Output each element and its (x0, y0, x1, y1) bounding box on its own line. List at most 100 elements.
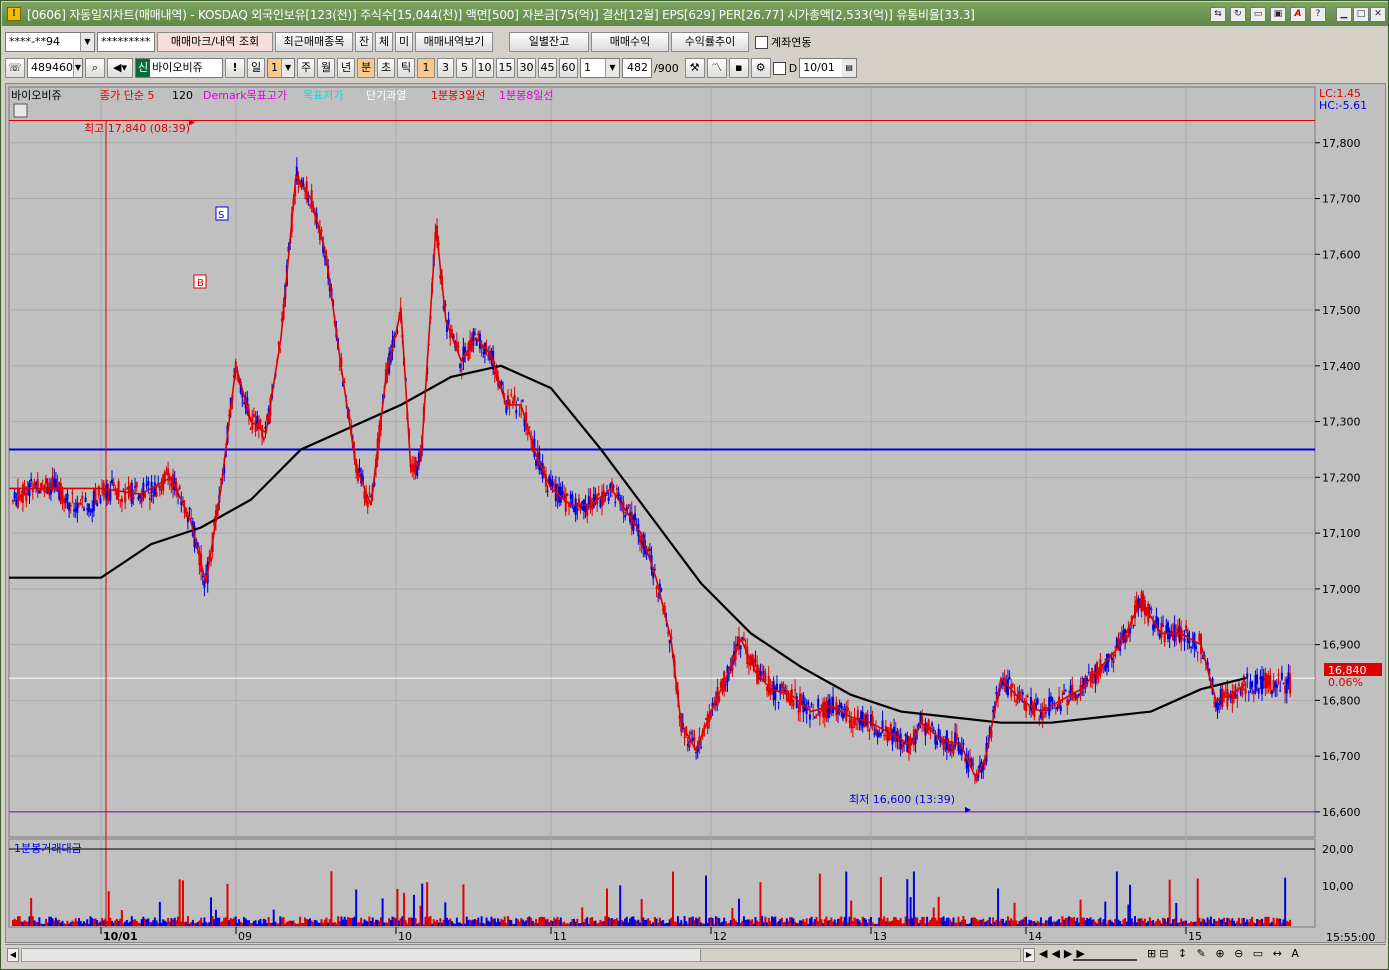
font-icon[interactable]: A (1290, 7, 1306, 22)
maximize-icon[interactable]: □ (1353, 7, 1369, 22)
account-link-checkbox[interactable] (755, 35, 768, 49)
toolbar-account: ****-**94 ▼ ********* 매매마크/내역 조회 최근매매종목 잔… (5, 31, 811, 53)
save-icon[interactable]: ▪ (728, 58, 749, 78)
help-icon[interactable]: ? (1310, 7, 1326, 22)
range-input[interactable]: 482 (622, 58, 652, 78)
candle-body (1068, 699, 1070, 703)
bottom-scrollbar[interactable]: ◀ ▶ ◀◀▶▶ ⊞⊟ ↕ ✎ ⊕ ⊖ ▭ ↔ A (5, 944, 1386, 966)
candle-body (457, 346, 460, 348)
minute-10-button[interactable]: 10 (475, 58, 494, 78)
close-icon[interactable]: ✕ (1370, 7, 1386, 22)
unfilled-button[interactable]: 미 (395, 32, 413, 52)
display-icon[interactable]: ▣ (1270, 7, 1286, 22)
link-icon[interactable]: ⇆ (1210, 7, 1226, 22)
speaker-icon[interactable]: ◀▾ (107, 58, 133, 78)
minute-5-button[interactable]: 5 (456, 58, 473, 78)
candle-body (1026, 695, 1029, 698)
balance-button[interactable]: 잔 (355, 32, 373, 52)
volume-bar (1115, 871, 1118, 926)
candle-body (1289, 674, 1292, 694)
legend-ma120: 120 (172, 89, 193, 102)
minute-1-button[interactable]: 1 (417, 58, 435, 78)
minute-30-button[interactable]: 30 (517, 58, 536, 78)
candle-body (190, 517, 193, 519)
title-bar: ! [0606] 자동일지차트(매매내역) - KOSDAQ 외국인보유[123… (2, 2, 1388, 26)
mark-query-button[interactable]: 매매마크/내역 조회 (157, 32, 273, 52)
period-day-button[interactable]: 일 (247, 58, 265, 78)
chart-area[interactable]: 17,800 17,700 17,600 17,500 17,400 17,300 17,2… (5, 83, 1387, 944)
candle-body (881, 720, 884, 733)
minute-15-button[interactable]: 15 (496, 58, 515, 78)
stock-name-field[interactable]: 신 바이오비쥬 (135, 58, 223, 78)
zoom-slider[interactable] (1073, 949, 1137, 961)
minute-45-button[interactable]: 45 (538, 58, 557, 78)
chevron-down-icon[interactable]: ▼ (73, 59, 82, 77)
search-icon[interactable]: ⌕ (85, 58, 105, 78)
scroll-thumb[interactable] (700, 949, 1020, 961)
phone-icon[interactable]: ☏ (5, 58, 25, 78)
warning-button[interactable]: ! (225, 58, 245, 78)
chart-table-icon[interactable] (13, 103, 28, 118)
legend-close-ma5: 종가 단순 5 (100, 89, 154, 102)
hc-readout: HC:-5.61 (1319, 99, 1367, 112)
candle-body (962, 742, 965, 745)
period-week-button[interactable]: 주 (297, 58, 315, 78)
candle-body (807, 701, 810, 705)
period-minute-button[interactable]: 분 (357, 58, 375, 78)
screen-icon[interactable]: ▭ (1250, 7, 1266, 22)
period-second-button[interactable]: 초 (377, 58, 395, 78)
minimize-icon[interactable]: ▁ (1336, 7, 1352, 22)
minute-3-button[interactable]: 3 (437, 58, 454, 78)
chevron-down-icon[interactable]: ▼ (80, 33, 94, 51)
chevron-down-icon[interactable]: ▼ (281, 59, 294, 77)
candle-body (1181, 630, 1184, 632)
candle-body (61, 489, 64, 501)
volume-bar (1175, 902, 1178, 926)
scroll-left-icon[interactable]: ◀ (7, 948, 19, 962)
volume-bar (705, 875, 707, 926)
price-chart-svg[interactable]: 17,800 17,700 17,600 17,500 17,400 17,300 17,2… (6, 84, 1387, 944)
period-year-button[interactable]: 년 (337, 58, 355, 78)
candle-body (810, 703, 813, 705)
view-tools-icon[interactable]: ⊞⊟ ↕ ✎ ⊕ ⊖ ▭ ↔ A (1147, 947, 1302, 960)
volume-bar (672, 871, 674, 926)
settings-gear-icon[interactable]: ⚙ (750, 58, 771, 78)
trade-profit-button[interactable]: 매매수익 (591, 32, 669, 52)
candle-body (742, 638, 745, 641)
trade-history-button[interactable]: 매매내역보기 (415, 32, 493, 52)
candle-body (832, 696, 835, 714)
volume-bar (997, 888, 1000, 926)
return-trend-button[interactable]: 수익률추이 (671, 32, 749, 52)
candle-body (45, 478, 47, 485)
period-day-select[interactable]: 1 ▼ (267, 58, 295, 78)
account-select[interactable]: ****-**94 ▼ (5, 32, 95, 52)
password-field[interactable]: ********* (97, 32, 155, 52)
candle-body (597, 493, 600, 496)
period-month-button[interactable]: 월 (317, 58, 335, 78)
minute-60-button[interactable]: 60 (559, 58, 578, 78)
candle-body (132, 496, 135, 500)
date-input[interactable]: 10/01 ▤ (799, 58, 858, 78)
legend-ma8-day: 1분봉8일선 (499, 88, 553, 102)
interval-count-select[interactable]: 1 ▼ (580, 58, 620, 78)
daily-balance-button[interactable]: 일별잔고 (509, 32, 589, 52)
tools-icon[interactable]: ⚒ (684, 58, 705, 78)
candle-body (1036, 698, 1039, 704)
refresh-icon[interactable]: ↻ (1230, 7, 1246, 22)
stock-code-select[interactable]: 489460 ▼ (27, 58, 83, 78)
candle-body (1257, 688, 1260, 694)
chevron-down-icon[interactable]: ▼ (605, 59, 619, 77)
calendar-icon[interactable]: ▤ (842, 59, 857, 77)
indicator-icon[interactable]: 〽 (706, 58, 727, 78)
candle-body (955, 733, 958, 741)
candle-body (693, 737, 696, 741)
candle-body (366, 501, 369, 508)
date-checkbox[interactable] (772, 61, 786, 75)
candle-body (1279, 690, 1282, 692)
candle-body (574, 498, 577, 515)
scroll-right-icon[interactable]: ▶ (1023, 948, 1035, 962)
recent-trades-button[interactable]: 최근매매종목 (275, 32, 353, 52)
period-tick-button[interactable]: 틱 (397, 58, 415, 78)
scroll-track[interactable] (21, 948, 1021, 962)
filled-button[interactable]: 체 (375, 32, 393, 52)
